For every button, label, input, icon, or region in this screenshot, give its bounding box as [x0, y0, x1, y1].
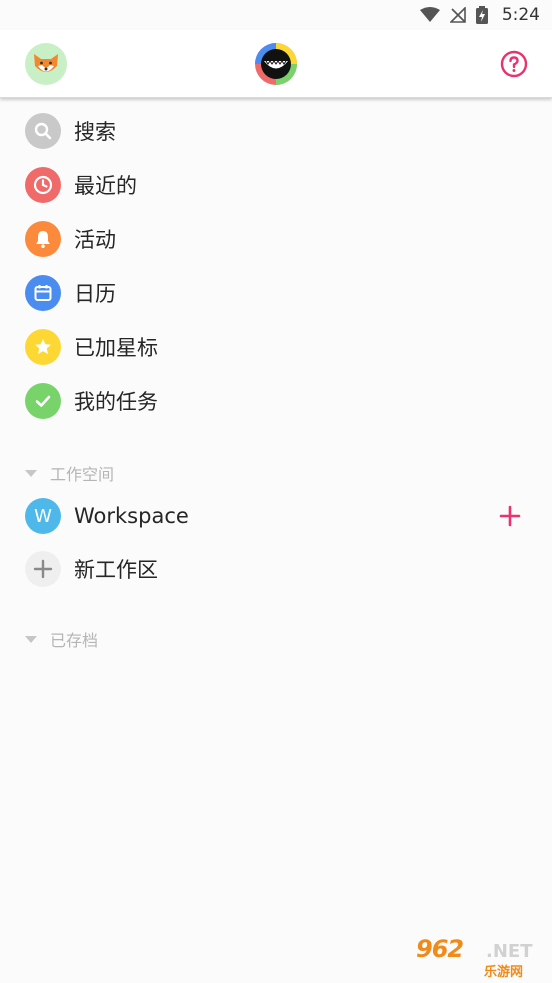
clock-icon	[25, 167, 61, 203]
menu-label: 我的任务	[74, 390, 158, 414]
menu-item-search[interactable]: 搜索	[0, 104, 552, 158]
plus-icon	[499, 505, 521, 527]
menu-label: 日历	[74, 282, 116, 306]
workspaces-section-header[interactable]: 工作空间	[25, 461, 114, 485]
new-workspace-item[interactable]: 新工作区	[0, 542, 552, 596]
workspace-name: Workspace	[74, 504, 189, 528]
caret-down-icon	[25, 469, 37, 477]
watermark-number: 962	[416, 935, 464, 963]
star-icon	[25, 329, 61, 365]
menu-item-activity[interactable]: 活动	[0, 212, 552, 266]
menu-item-recent[interactable]: 最近的	[0, 158, 552, 212]
workspace-item[interactable]: W Workspace	[0, 489, 552, 543]
wifi-icon	[419, 7, 440, 23]
plus-icon	[25, 551, 61, 587]
menu-label: 活动	[74, 228, 116, 252]
menu-item-my-tasks[interactable]: 我的任务	[0, 374, 552, 428]
caret-down-icon	[25, 635, 37, 643]
menu-label: 最近的	[74, 174, 137, 198]
fox-icon	[34, 54, 58, 72]
calendar-icon	[25, 275, 61, 311]
status-time: 5:24	[501, 5, 540, 25]
add-project-button[interactable]	[498, 504, 522, 528]
user-avatar[interactable]	[25, 43, 67, 85]
status-bar: 5:24	[0, 0, 552, 30]
menu-item-starred[interactable]: 已加星标	[0, 320, 552, 374]
bell-icon	[25, 221, 61, 257]
battery-charging-icon	[475, 6, 488, 24]
help-icon[interactable]	[500, 50, 528, 78]
watermark-logo: 962 .NET 乐游网	[412, 935, 544, 980]
app-header	[0, 30, 552, 98]
workspace-avatar: W	[25, 498, 61, 534]
menu-label: 已加星标	[74, 336, 158, 360]
search-icon	[25, 113, 61, 149]
section-title: 已存档	[50, 631, 99, 650]
section-title: 工作空间	[50, 465, 115, 484]
app-logo[interactable]	[254, 42, 298, 86]
watermark-text: 乐游网	[484, 965, 524, 980]
new-workspace-label: 新工作区	[74, 558, 158, 582]
watermark-net: .NET	[486, 941, 533, 962]
menu-item-calendar[interactable]: 日历	[0, 266, 552, 320]
check-icon	[25, 383, 61, 419]
no-signal-icon	[449, 7, 466, 23]
nav-menu: 搜索 最近的 活动 日历 已加星标 我的任务	[0, 104, 552, 428]
menu-label: 搜索	[74, 120, 116, 144]
archived-section-header[interactable]: 已存档	[25, 627, 98, 651]
